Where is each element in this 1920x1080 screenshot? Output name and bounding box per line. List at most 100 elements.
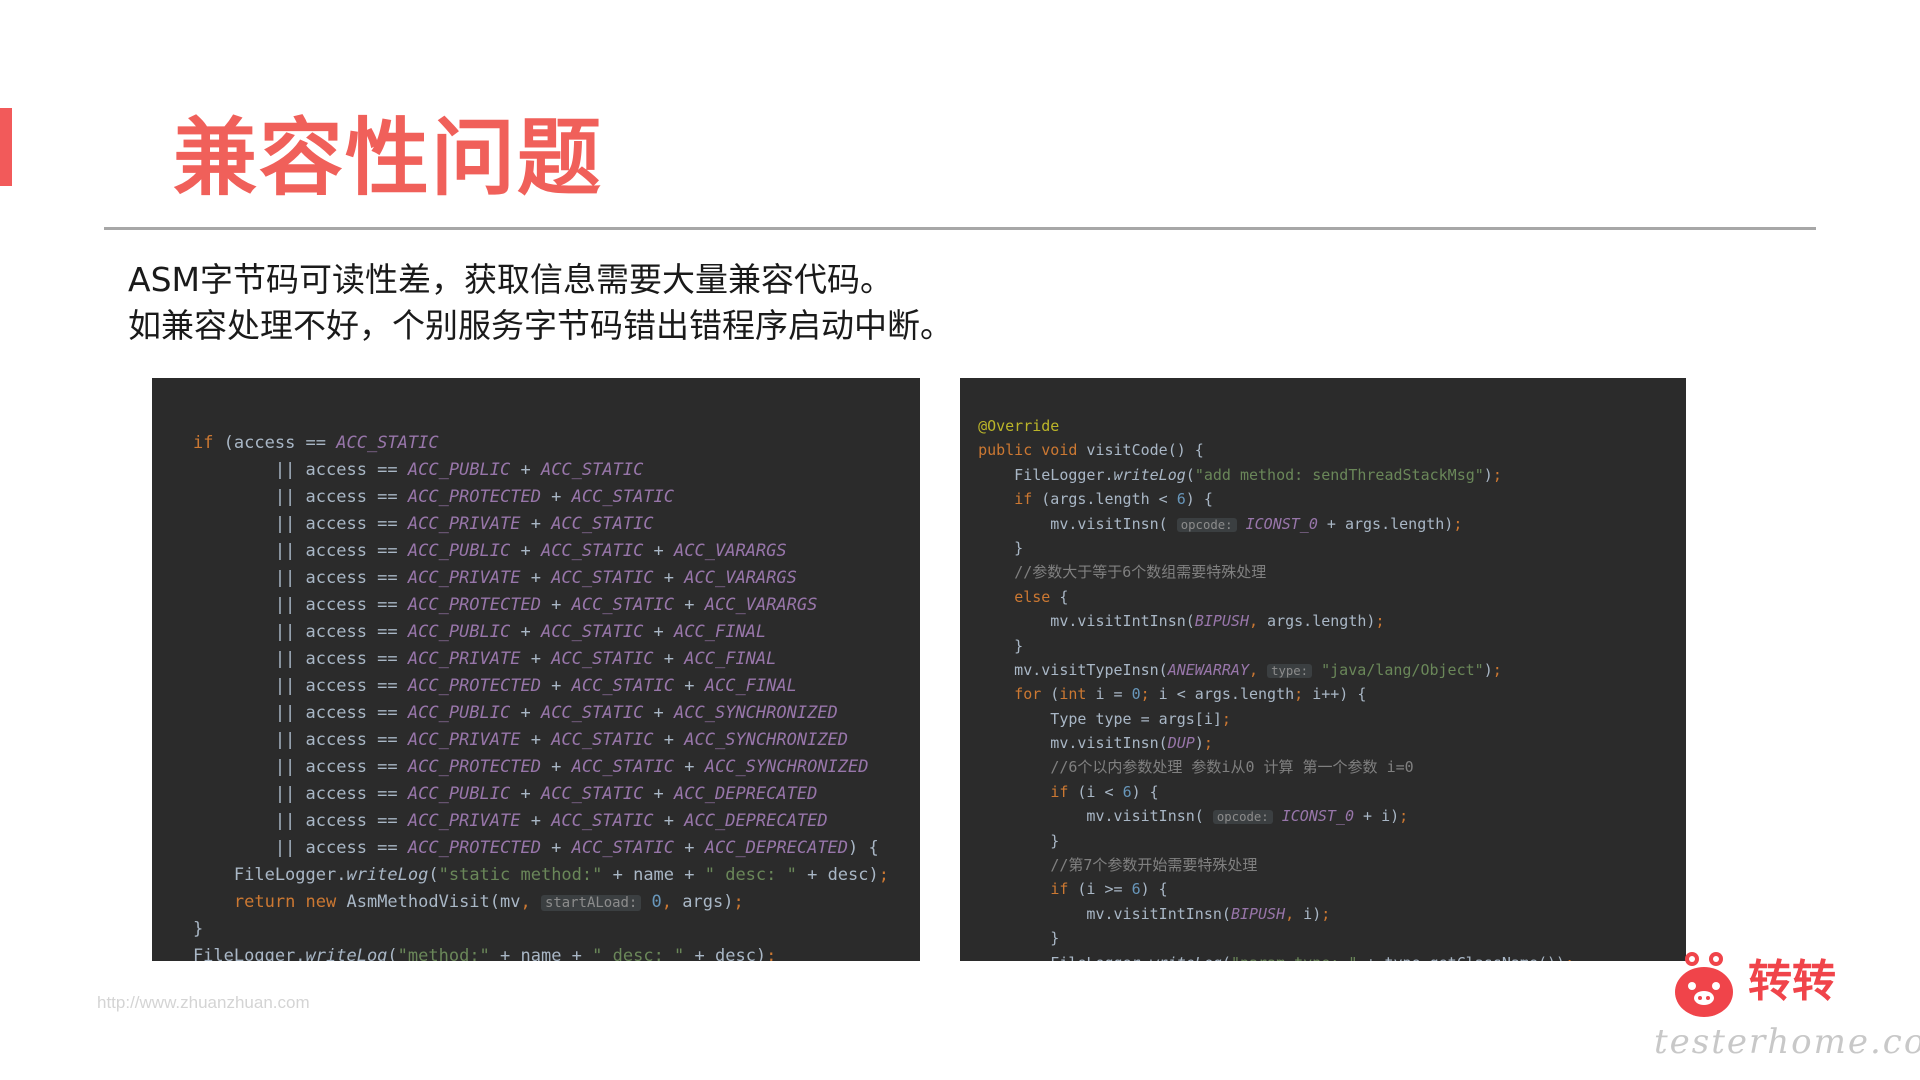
code-line: || access == ACC_PRIVATE + ACC_STATIC + …: [152, 727, 920, 754]
code-token: AsmMethodVisit(mv: [336, 892, 521, 912]
code-token: ) {: [1185, 490, 1213, 509]
code-token: + args.length): [1317, 514, 1454, 533]
code-token: ANEWARRAY: [1167, 660, 1249, 679]
code-token: (: [387, 946, 398, 961]
code-token: +: [674, 676, 705, 696]
code-token: writeLog: [1150, 954, 1222, 961]
code-token: writeLog: [305, 946, 388, 961]
code-token: +: [653, 649, 685, 669]
code-line: || access == ACC_PUBLIC + ACC_STATIC + A…: [152, 538, 920, 565]
code-token: ;: [1399, 807, 1409, 826]
code-token: ) {: [848, 838, 879, 858]
code-token: ACC_PUBLIC: [407, 541, 511, 561]
code-token: +: [510, 460, 541, 480]
code-token: ,: [1249, 660, 1259, 679]
code-token: ACC_STATIC: [571, 595, 675, 615]
code-token: +: [643, 703, 675, 723]
code-token: ,: [1285, 904, 1295, 923]
code-lines: @Override public void visitCode() { File…: [960, 414, 1686, 961]
code-token: ACC_STATIC: [571, 838, 675, 858]
parameter-hint: opcode:: [1176, 517, 1237, 532]
code-token: i): [1294, 904, 1322, 923]
code-token: ;: [1321, 904, 1331, 923]
code-token: ) {: [1140, 880, 1168, 899]
code-line: || access == ACC_PUBLIC + ACC_STATIC + A…: [152, 619, 920, 646]
subtitle-line-2: 如兼容处理不好，个别服务字节码错出错程序启动中断。: [128, 306, 953, 345]
code-line: || access == ACC_PROTECTED + ACC_STATIC: [152, 484, 920, 511]
code-token: ;: [766, 946, 777, 961]
code-token: i++) {: [1303, 685, 1367, 704]
code-token: "add method: sendThreadStackMsg": [1194, 465, 1484, 484]
code-token: ;: [1203, 734, 1213, 753]
code-token: ACC_DEPRECATED: [704, 838, 849, 858]
code-token: || access ==: [152, 460, 408, 480]
zhuanzhuan-logo: 转转: [1672, 950, 1842, 1020]
code-token: "method:": [397, 946, 490, 961]
code-line: || access == ACC_PRIVATE + ACC_STATIC + …: [152, 808, 920, 835]
code-token: + desc): [796, 865, 879, 885]
code-token: +: [520, 514, 552, 534]
code-token: || access ==: [152, 541, 408, 561]
code-token: ICONST_0: [1281, 807, 1354, 826]
code-token: ACC_VARARGS: [674, 541, 787, 561]
code-token: mv.visitInsn(: [960, 807, 1213, 826]
code-token: +: [674, 757, 705, 777]
code-token: ;: [1221, 709, 1231, 728]
code-token: public void: [978, 441, 1078, 460]
code-token: ): [1483, 465, 1493, 484]
code-token: return new: [233, 892, 337, 912]
code-token: ACC_PUBLIC: [407, 622, 511, 642]
code-token: +: [643, 541, 675, 561]
code-line: //第7个参数开始需要特殊处理: [960, 853, 1686, 877]
slide-title: 兼容性问题: [173, 109, 604, 207]
code-line: mv.visitInsn( opcode: ICONST_0 + i);: [960, 804, 1686, 828]
code-token: ;: [1294, 685, 1304, 704]
code-token: ACC_STATIC: [571, 676, 675, 696]
code-token: ACC_PROTECTED: [407, 676, 541, 696]
code-token: "static method:": [438, 865, 603, 885]
code-token: ,: [661, 892, 673, 912]
code-token: ;: [878, 865, 889, 885]
code-token: +: [643, 622, 675, 642]
code-line: || access == ACC_PROTECTED + ACC_STATIC …: [152, 835, 920, 862]
code-token: || access ==: [152, 487, 408, 507]
title-divider: [104, 227, 1816, 230]
code-token: FileLogger.: [152, 865, 347, 885]
code-token: ACC_PROTECTED: [407, 595, 541, 615]
code-line: mv.visitInsn(DUP);: [960, 731, 1686, 755]
code-line: || access == ACC_PRIVATE + ACC_STATIC + …: [152, 565, 920, 592]
pig-mascot-icon: [1675, 952, 1733, 1017]
code-token: (: [428, 865, 439, 885]
code-token: ACC_STATIC: [336, 433, 439, 453]
code-token: FileLogger.: [960, 465, 1114, 484]
code-token: +: [674, 838, 705, 858]
code-token: || access ==: [152, 595, 408, 615]
code-token: + desc): [684, 946, 767, 961]
code-line: || access == ACC_PROTECTED + ACC_STATIC …: [152, 754, 920, 781]
code-token: 6: [1122, 782, 1132, 801]
code-token: if: [1014, 490, 1033, 509]
footer-url: http://www.zhuanzhuan.com: [97, 993, 310, 1012]
code-token: (i <: [1068, 782, 1123, 801]
code-token: ACC_SYNCHRONIZED: [684, 730, 849, 750]
code-line: if (access == ACC_STATIC: [152, 430, 920, 457]
code-token: +: [540, 838, 572, 858]
code-token: || access ==: [152, 757, 408, 777]
code-token: int: [1059, 685, 1087, 704]
code-token: args.length): [1258, 612, 1376, 631]
code-token: "param type: ": [1231, 954, 1357, 961]
code-token: ACC_STATIC: [540, 460, 644, 480]
code-token: (: [1185, 465, 1195, 484]
code-panel-visit-code: @Override public void visitCode() { File…: [960, 378, 1686, 961]
code-line: }: [960, 634, 1686, 658]
code-token: }: [960, 538, 1024, 557]
code-token: ACC_VARARGS: [684, 568, 797, 588]
code-token: +: [643, 784, 675, 804]
